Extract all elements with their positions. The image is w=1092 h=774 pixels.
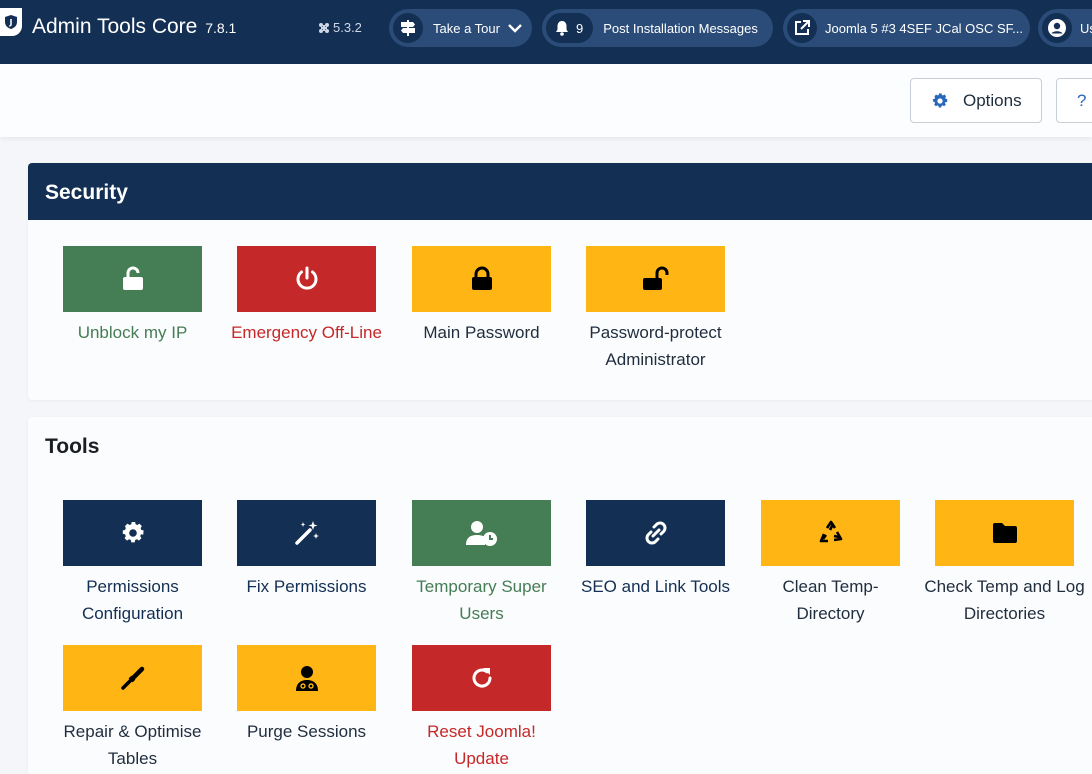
check-temp-and-log-directories-label: Check Temp and Log Directories xyxy=(924,577,1085,623)
joomla-version-text: 5.3.2 xyxy=(333,20,362,35)
signpost-icon xyxy=(393,13,423,43)
emergency-off-line-tile[interactable]: Emergency Off-Line xyxy=(219,246,394,346)
security-section: Security Unblock my IP Emergency Off-Lin… xyxy=(28,163,1092,400)
purge-sessions-label: Purge Sessions xyxy=(246,722,367,741)
lock-icon xyxy=(412,246,551,312)
password-protect-administrator-label: Password-protect Administrator xyxy=(589,323,722,369)
unblock-my-ip-tile[interactable]: Unblock my IP xyxy=(45,246,220,346)
post-installation-messages-button[interactable]: 9 Post Installation Messages xyxy=(542,9,773,47)
view-site-label: Joomla 5 #3 4SEF JCal OSC SF... xyxy=(825,20,1023,36)
help-button[interactable]: ? xyxy=(1056,78,1092,123)
purge-sessions-tile[interactable]: Purge Sessions xyxy=(219,645,394,745)
gear-icon xyxy=(63,500,202,566)
temporary-super-users-tile[interactable]: Temporary Super Users xyxy=(394,500,569,627)
magic-wand-icon xyxy=(237,500,376,566)
joomla-version: 5.3.2 xyxy=(318,20,362,35)
svg-text:J: J xyxy=(9,18,13,27)
unlock-icon xyxy=(63,246,202,312)
tools-section-title: Tools xyxy=(45,435,100,458)
main-password-tile[interactable]: Main Password xyxy=(394,246,569,346)
reset-joomla-update-tile[interactable]: Reset Joomla! Update xyxy=(394,645,569,772)
screwdriver-icon xyxy=(63,645,202,711)
main-password-label: Main Password xyxy=(423,323,540,342)
password-protect-administrator-tile[interactable]: Password-protect Administrator xyxy=(568,246,743,373)
unblock-my-ip-label: Unblock my IP xyxy=(77,323,188,342)
toolbar: Options ? xyxy=(0,64,1092,137)
repair-optimise-tables-tile[interactable]: Repair & Optimise Tables xyxy=(45,645,220,772)
fix-permissions-label: Fix Permissions xyxy=(246,577,367,596)
clean-temp-directory-label: Clean Temp-Directory xyxy=(782,577,879,623)
app-version: 7.8.1 xyxy=(205,20,237,36)
bell-icon xyxy=(556,21,568,36)
gear-icon xyxy=(932,92,948,107)
check-temp-and-log-directories-tile[interactable]: Check Temp and Log Directories xyxy=(917,500,1092,627)
permissions-configuration-label: Permissions Configuration xyxy=(81,577,184,623)
admin-tools-logo-icon[interactable]: J xyxy=(0,8,22,36)
temporary-super-users-label: Temporary Super Users xyxy=(416,577,547,623)
seo-and-link-tools-tile[interactable]: SEO and Link Tools xyxy=(568,500,743,600)
emergency-off-line-label: Emergency Off-Line xyxy=(231,323,382,342)
chevron-down-icon xyxy=(508,24,522,33)
user-circle-icon xyxy=(1042,13,1072,43)
permissions-configuration-tile[interactable]: Permissions Configuration xyxy=(45,500,220,627)
user-clock-icon xyxy=(412,500,551,566)
top-header: J Admin Tools Core 7.8.1 5.3.2 Take a To… xyxy=(0,0,1092,64)
security-section-title: Security xyxy=(28,163,1092,220)
lock-open-icon xyxy=(586,246,725,312)
joomla-icon xyxy=(319,22,329,33)
user-doctor-icon xyxy=(237,645,376,711)
folder-icon xyxy=(935,500,1074,566)
seo-and-link-tools-label: SEO and Link Tools xyxy=(581,577,730,596)
repair-optimise-tables-label: Repair & Optimise Tables xyxy=(63,722,202,768)
options-label: Options xyxy=(963,90,1022,110)
messages-count-badge: 9 xyxy=(576,20,584,36)
post-installation-messages-label: Post Installation Messages xyxy=(603,20,758,36)
help-label: ? xyxy=(1077,90,1087,110)
app-title: Admin Tools Core 7.8.1 xyxy=(32,15,236,39)
power-icon xyxy=(237,246,376,312)
recycle-icon xyxy=(761,500,900,566)
reset-joomla-update-label: Reset Joomla! Update xyxy=(427,722,536,768)
take-a-tour-button[interactable]: Take a Tour xyxy=(389,9,532,47)
take-a-tour-label: Take a Tour xyxy=(433,20,500,36)
external-link-icon xyxy=(787,13,817,43)
options-button[interactable]: Options xyxy=(910,78,1042,123)
user-menu-label: User Menu xyxy=(1080,20,1092,36)
refresh-icon xyxy=(412,645,551,711)
user-menu-button[interactable]: User Menu xyxy=(1038,9,1092,47)
app-title-text: Admin Tools Core xyxy=(32,15,198,38)
clean-temp-directory-tile[interactable]: Clean Temp-Directory xyxy=(743,500,918,627)
view-site-button[interactable]: Joomla 5 #3 4SEF JCal OSC SF... xyxy=(783,9,1030,47)
fix-permissions-tile[interactable]: Fix Permissions xyxy=(219,500,394,600)
link-icon xyxy=(586,500,725,566)
tools-section: Tools Permissions Configuration Fix Perm… xyxy=(28,417,1092,774)
